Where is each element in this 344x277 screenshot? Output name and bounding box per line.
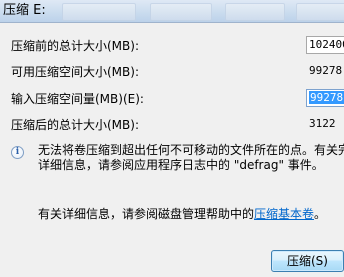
total-size-before-label: 压缩前的总计大小(MB): [11, 39, 139, 53]
help-text: 有关详细信息，请参阅磁盘管理帮助中的压缩基本卷。 [38, 207, 326, 222]
total-size-after-value: 3122 [306, 115, 344, 133]
shrink-basic-volume-link[interactable]: 压缩基本卷 [254, 207, 314, 221]
title-bar[interactable]: 压缩 E: [0, 0, 344, 23]
help-suffix: 。 [314, 207, 327, 221]
total-size-after-label: 压缩后的总计大小(MB): [11, 118, 139, 132]
title-bar-blurred-region [62, 3, 136, 21]
available-shrink-space-value: 99278 [306, 62, 344, 80]
info-line-2: 详细信息，请参阅应用程序日志中的 "defrag" 事件。 [38, 158, 324, 172]
shrink-amount-selected-text: 99278 [309, 91, 344, 104]
window-title: 压缩 E: [3, 3, 46, 18]
title-bar-blurred-region [150, 3, 212, 21]
shrink-button[interactable]: 压缩(S) [271, 250, 344, 272]
title-bar-blurred-region [296, 3, 344, 21]
shrink-volume-dialog: 压缩 E: 压缩前的总计大小(MB): 102400 可用压缩空间大小(MB):… [0, 0, 344, 277]
help-prefix: 有关详细信息，请参阅磁盘管理帮助中的 [38, 207, 255, 221]
shrink-amount-input[interactable]: 99278 [306, 89, 344, 107]
shrink-limit-info: 无法将卷压缩到超出任何不可移动的文件所在的点。有关完 详细信息，请参阅应用程序日… [38, 143, 344, 173]
info-icon: i [11, 146, 24, 159]
title-bar-blurred-region [225, 3, 285, 21]
info-line-1: 无法将卷压缩到超出任何不可移动的文件所在的点。有关完 [38, 143, 344, 157]
available-shrink-space-label: 可用压缩空间大小(MB): [11, 65, 139, 79]
total-size-before-field: 102400 [306, 36, 344, 54]
shrink-amount-label: 输入压缩空间量(MB)(E): [11, 92, 144, 106]
